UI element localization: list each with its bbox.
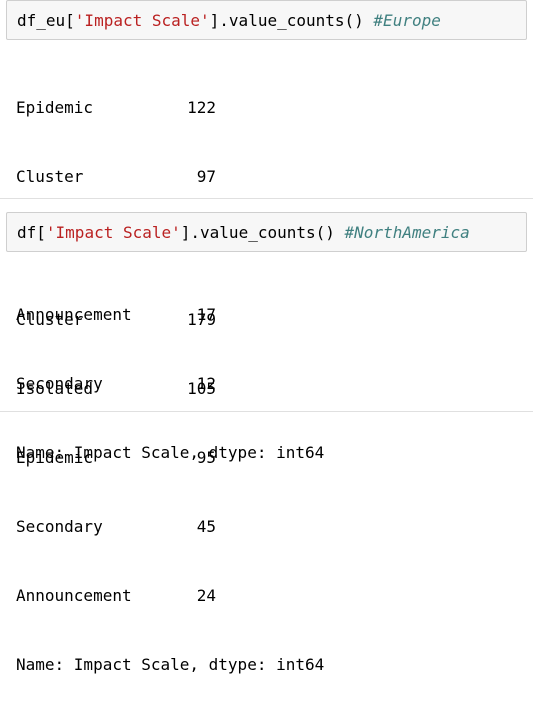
output-row: Isolated 105: [16, 377, 527, 400]
output-label: Cluster: [16, 310, 84, 329]
output-footer: Name: Impact Scale, dtype: int64: [16, 653, 527, 676]
code-string: 'Impact Scale': [45, 222, 181, 242]
code-suffix: ].value_counts(): [180, 222, 345, 242]
output-label: Secondary: [16, 517, 103, 536]
cell-divider: [0, 198, 533, 199]
output-value: 45: [196, 517, 216, 536]
code-prefix: df[: [17, 222, 46, 242]
output-label: Announcement: [16, 586, 132, 605]
code-string: 'Impact Scale': [74, 10, 210, 30]
output-row: Announcement 24: [16, 584, 527, 607]
output-label: Epidemic: [16, 448, 94, 467]
output-value: 95: [196, 448, 216, 467]
output-value: 24: [196, 586, 216, 605]
code-input-northamerica[interactable]: df['Impact Scale'].value_counts() #North…: [6, 212, 527, 252]
output-row: Secondary 45: [16, 515, 527, 538]
output-label: Cluster: [16, 167, 84, 186]
code-comment: #NorthAmerica: [344, 222, 470, 242]
output-value: 97: [196, 167, 216, 186]
notebook-cell-northamerica[interactable]: df['Impact Scale'].value_counts() #North…: [6, 212, 527, 722]
output-row: Epidemic 95: [16, 446, 527, 469]
code-comment: #Europe: [373, 10, 441, 30]
output-label: Epidemic: [16, 98, 94, 117]
output-row: Cluster 97: [16, 165, 527, 188]
code-suffix: ].value_counts(): [209, 10, 374, 30]
output-footer-text: Name: Impact Scale, dtype: int64: [16, 655, 325, 674]
output-value: 122: [187, 98, 216, 117]
output-value: 179: [187, 310, 216, 329]
cell-divider: [0, 411, 533, 412]
output-label: Isolated: [16, 379, 94, 398]
output-row: Epidemic 122: [16, 96, 527, 119]
code-prefix: df_eu[: [17, 10, 75, 30]
output-value: 105: [187, 379, 216, 398]
code-input-europe[interactable]: df_eu['Impact Scale'].value_counts() #Eu…: [6, 0, 527, 40]
output-area-northamerica: Cluster 179 Isolated 105 Epidemic 95 Second…: [6, 252, 527, 722]
output-row: Cluster 179: [16, 308, 527, 331]
